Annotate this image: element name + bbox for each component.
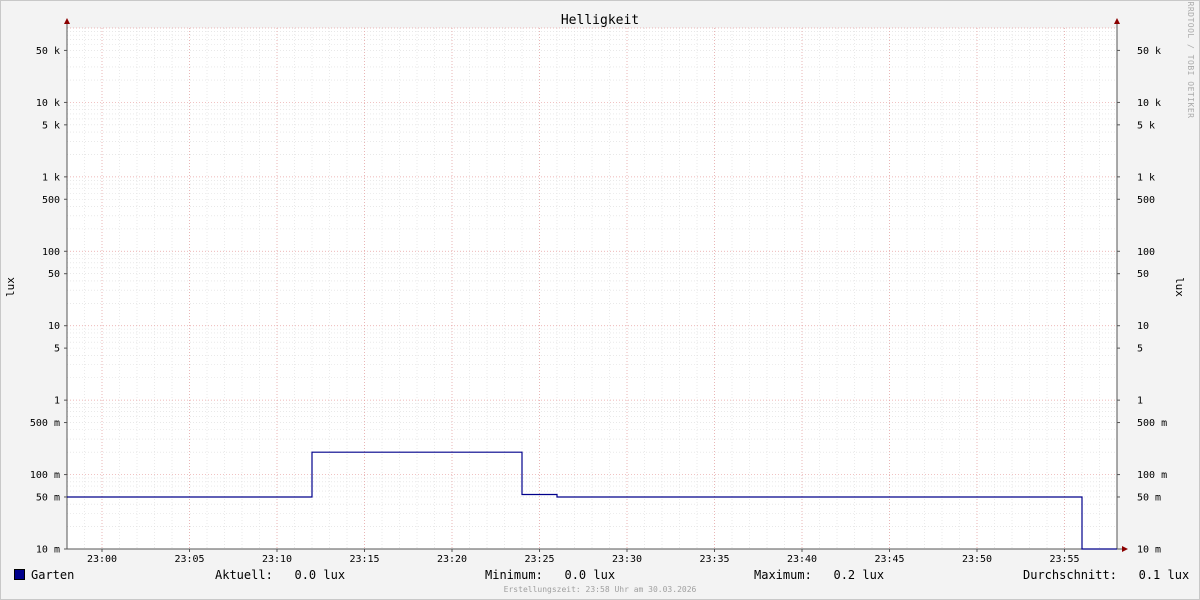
y-axis-arrow-left: [64, 18, 70, 24]
x-axis-arrow: [1122, 546, 1128, 552]
legend-max-label: Maximum:: [754, 568, 812, 582]
x-tick-label: 23:25: [524, 554, 554, 565]
y-tick-label-right: 10 k: [1137, 98, 1161, 109]
y-tick-label-left: 10 k: [36, 98, 60, 109]
x-tick-label: 23:45: [874, 554, 904, 565]
legend-avg-value: 0.1 lux: [1138, 568, 1190, 582]
y-tick-label-left: 5: [54, 344, 60, 355]
x-tick-label: 23:15: [349, 554, 379, 565]
footer-timestamp: Erstellungszeit: 23:58 Uhr am 30.03.2026: [503, 585, 697, 594]
grid: [66, 27, 1118, 550]
y-tick-label-right: 5 k: [1137, 120, 1155, 131]
chart-svg: 10 m 50 m 100 m 500 m 1 5 10 50 100 500 1 k 5 k 10 k…: [4, 2, 1195, 565]
y-tick-label-right: 1: [1137, 396, 1143, 407]
legend-current-value: 0.0 lux: [294, 568, 346, 582]
y-tick-label-right: 5: [1137, 344, 1143, 355]
legend-min-value: 0.0 lux: [564, 568, 616, 582]
y-axis-label-left: lux: [4, 277, 17, 297]
y-tick-label-left: 50 m: [36, 492, 60, 503]
y-tick-label-left: 1 k: [42, 172, 60, 183]
y-tick-label-left: 100: [42, 247, 60, 258]
x-tick-label: 23:10: [262, 554, 292, 565]
legend-avg-label: Durchschnitt:: [1023, 568, 1117, 582]
y-tick-label-right: 10 m: [1137, 545, 1161, 556]
legend-maximum: Maximum: 0.2 lux: [754, 568, 884, 582]
y-tick-label-right: 100: [1137, 247, 1155, 258]
legend-swatch: [14, 569, 25, 580]
y-tick-label-left: 5 k: [42, 120, 60, 131]
y-tick-label-left: 50 k: [36, 46, 60, 57]
legend-max-value: 0.2 lux: [833, 568, 885, 582]
y-tick-label-left: 10: [48, 321, 60, 332]
legend-current-label: Aktuell:: [215, 568, 273, 582]
legend-current: Aktuell: 0.0 lux: [215, 568, 345, 582]
y-tick-label-left: 500 m: [30, 418, 60, 429]
chart-title: Helligkeit: [561, 13, 639, 28]
y-tick-labels-right: 10 m 50 m 100 m 500 m 1 5 10 50 100 500 1 k 5 k 10 k…: [1137, 46, 1167, 556]
y-tick-labels-left: 10 m 50 m 100 m 500 m 1 5 10 50 100 500 1 k 5 k 10 k…: [30, 46, 60, 556]
x-tick-label: 23:05: [174, 554, 204, 565]
x-tick-label: 23:40: [787, 554, 817, 565]
x-tick-label: 23:50: [962, 554, 992, 565]
y-tick-label-left: 500: [42, 195, 60, 206]
x-tick-labels: 23:00 23:05 23:10 23:15 23:20 23:25 23:30 23:35…: [87, 554, 1080, 565]
y-tick-label-right: 50 m: [1137, 492, 1161, 503]
legend-series: Garten: [14, 568, 74, 582]
legend-minimum: Minimum: 0.0 lux: [485, 568, 615, 582]
x-tick-label: 23:35: [699, 554, 729, 565]
y-tick-label-right: 500: [1137, 195, 1155, 206]
legend-average: Durchschnitt: 0.1 lux: [1023, 568, 1189, 582]
y-tick-label-left: 10 m: [36, 545, 60, 556]
y-tick-label-left: 100 m: [30, 470, 60, 481]
y-tick-label-right: 10: [1137, 321, 1149, 332]
x-tick-label: 23:00: [87, 554, 117, 565]
watermark: RRDTOOL / TOBI OETIKER: [1186, 2, 1195, 119]
legend-series-name: Garten: [31, 568, 75, 582]
y-tick-label-right: 50: [1137, 269, 1149, 280]
y-tick-label-left: 50: [48, 269, 60, 280]
legend-min-label: Minimum:: [485, 568, 543, 582]
x-tick-label: 23:20: [437, 554, 467, 565]
x-tick-label: 23:55: [1049, 554, 1079, 565]
y-tick-label-right: 100 m: [1137, 470, 1167, 481]
y-axis-label-right: lux: [1173, 277, 1186, 297]
y-tick-label-right: 1 k: [1137, 172, 1155, 183]
y-tick-label-right: 50 k: [1137, 46, 1161, 57]
x-tick-label: 23:30: [612, 554, 642, 565]
y-tick-label-right: 500 m: [1137, 418, 1167, 429]
y-tick-label-left: 1: [54, 396, 60, 407]
y-axis-arrow-right: [1114, 18, 1120, 24]
